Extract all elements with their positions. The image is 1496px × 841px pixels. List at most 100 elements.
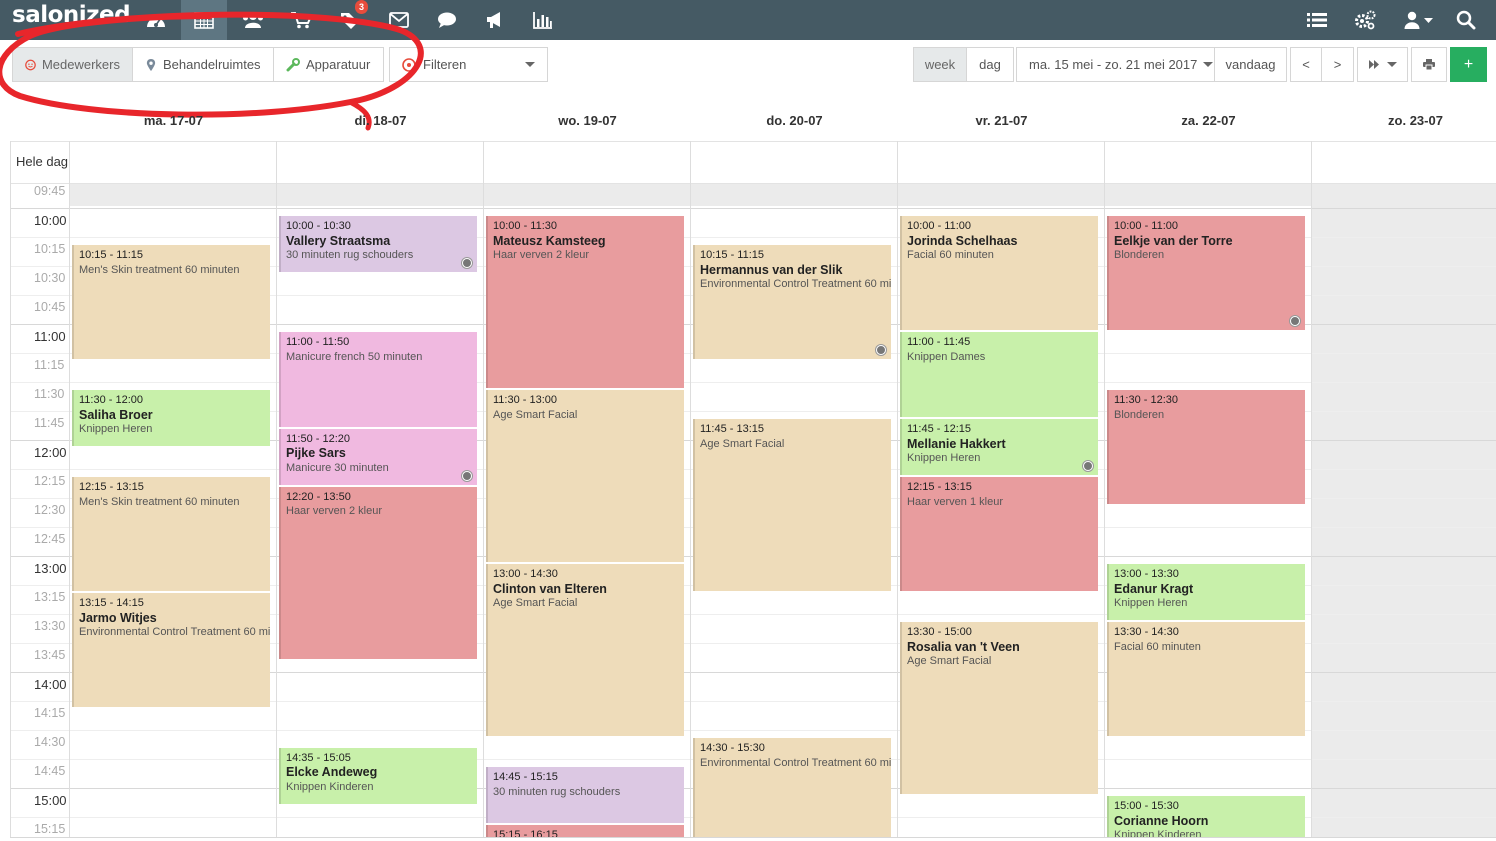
appointment-customer-name: Mellanie Hakkert: [907, 436, 1006, 451]
appointment-block[interactable]: 13:30 - 14:30 Facial 60 minuten: [1107, 622, 1305, 736]
view-week-button[interactable]: week: [913, 47, 967, 82]
chevron-down-icon: [1203, 62, 1214, 67]
day-header[interactable]: do. 20-07: [691, 113, 898, 133]
time-label: 14:30: [34, 735, 66, 749]
appointment-block[interactable]: 11:30 - 13:00 Age Smart Facial: [486, 390, 684, 562]
settings-gears-icon[interactable]: [1342, 0, 1388, 40]
day-column-border: [1311, 141, 1312, 838]
appointment-customer-name: Jarmo Witjes: [79, 610, 157, 625]
appointment-service: Blonderen: [1114, 249, 1165, 261]
appointment-customer-name: Rosalia van 't Veen: [907, 639, 1020, 654]
appointment-block[interactable]: 13:15 - 14:15 Jarmo Witjes Environmental C…: [72, 593, 270, 707]
appointment-block[interactable]: 14:35 - 15:05 Elcke Andeweg Knippen Kinder…: [279, 747, 477, 804]
appointment-service: Knippen Dames: [907, 350, 986, 363]
appointment-service: Men's Skin treatment 60 minuten: [79, 495, 240, 508]
appointment-block[interactable]: 11:50 - 12:20 Pijke Sars Manicure 30 minut…: [279, 428, 477, 485]
appointment-block[interactable]: 10:15 - 11:15 Men's Skin treatment 60 min…: [72, 245, 270, 359]
appointment-block[interactable]: 11:45 - 13:15 Age Smart Facial: [693, 419, 891, 591]
appointment-block[interactable]: 11:00 - 11:50 Manicure french 50 minuten: [279, 332, 477, 427]
appointment-customer-name: Corianne Hoorn: [1114, 813, 1209, 828]
appointment-block[interactable]: 10:15 - 11:15 Hermannus van der Slik Envir…: [693, 245, 891, 359]
fast-forward-dropdown[interactable]: [1357, 47, 1408, 82]
day-header[interactable]: zo. 23-07: [1312, 113, 1496, 133]
reports-chart-icon[interactable]: [520, 0, 566, 40]
day-header[interactable]: ma. 17-07: [70, 113, 277, 133]
appointment-block[interactable]: 15:15 - 16:15: [486, 825, 684, 837]
appointment-time: 10:00 - 11:30: [493, 220, 558, 232]
appointment-block[interactable]: 10:00 - 11:00 Eelkje van der Torre Blonder…: [1107, 216, 1305, 330]
user-menu-icon[interactable]: [1394, 0, 1444, 40]
appointment-block[interactable]: 13:30 - 15:00 Rosalia van 't Veen Age Smar…: [900, 622, 1098, 794]
appointment-customer-name: Jorinda Schelhaas: [907, 233, 1018, 248]
print-button[interactable]: [1411, 47, 1447, 82]
time-gridline: [10, 382, 1496, 383]
megaphone-icon[interactable]: [472, 0, 518, 40]
appointment-customer-name: Clinton van Elteren: [493, 581, 607, 596]
date-range-dropdown[interactable]: ma. 15 mei - zo. 21 mei 2017: [1016, 47, 1215, 82]
appointment-block[interactable]: 13:00 - 13:30 Edanur Kragt Knippen Heren: [1107, 564, 1305, 620]
appointment-block[interactable]: 11:30 - 12:30 Blonderen: [1107, 390, 1305, 504]
appointment-time: 12:15 - 13:15: [907, 481, 972, 493]
appointment-customer-name: Elcke Andeweg: [286, 765, 378, 780]
appointment-service: Knippen Kinderen: [286, 780, 374, 793]
search-icon[interactable]: [1443, 0, 1489, 40]
appointment-customer-name: Mateusz Kamsteeg: [493, 233, 606, 248]
view-day-button[interactable]: dag: [966, 47, 1014, 82]
appointment-block[interactable]: 11:00 - 11:45 Knippen Dames: [900, 332, 1098, 417]
appointment-service: Environmental Control Treatment 60 minut…: [700, 278, 891, 290]
appointment-time: 11:30 - 12:30: [1114, 394, 1179, 406]
appointment-block[interactable]: 12:15 - 13:15 Haar verven 1 kleur: [900, 477, 1098, 591]
today-button[interactable]: vandaag: [1214, 47, 1287, 82]
appointment-block[interactable]: 15:00 - 15:30 Corianne Hoorn Knippen Kinde…: [1107, 796, 1305, 837]
appointment-time: 11:00 - 11:45: [907, 336, 971, 348]
appointment-service: 30 minuten rug schouders: [286, 249, 414, 261]
appointment-service: Environmental Control Treatment 60 minut…: [79, 626, 270, 638]
calendar-left-border: [10, 141, 11, 838]
appointment-time: 13:00 - 13:30: [1114, 568, 1179, 580]
appointment-service: Facial 60 minuten: [907, 249, 994, 261]
day-column-border: [276, 141, 277, 838]
appointment-time: 10:00 - 11:00: [1114, 220, 1179, 232]
appointment-block[interactable]: 13:00 - 14:30 Clinton van Elteren Age Smar…: [486, 564, 684, 736]
appointment-service: Age Smart Facial: [493, 597, 578, 609]
day-column-border: [1104, 141, 1105, 838]
appointment-time: 15:00 - 15:30: [1114, 800, 1179, 812]
all-day-label: Hele dag: [16, 154, 69, 169]
appointment-time: 14:35 - 15:05: [286, 751, 351, 764]
day-header[interactable]: vr. 21-07: [898, 113, 1105, 133]
day-header[interactable]: za. 22-07: [1105, 113, 1312, 133]
appointment-customer-name: Saliha Broer: [79, 407, 153, 422]
appointment-block[interactable]: 12:20 - 13:50 Haar verven 2 kleur: [279, 486, 477, 659]
next-button[interactable]: >: [1321, 47, 1354, 82]
appointment-time: 11:30 - 13:00: [493, 394, 558, 406]
online-booking-globe-icon: [876, 345, 886, 355]
appointment-time: 12:20 - 13:50: [286, 490, 351, 503]
appointment-service: Blonderen: [1114, 408, 1165, 421]
appointment-time: 13:00 - 14:30: [493, 568, 558, 580]
prev-button[interactable]: <: [1290, 47, 1322, 82]
appointment-block[interactable]: 12:15 - 13:15 Men's Skin treatment 60 min…: [72, 477, 270, 591]
list-menu-icon[interactable]: [1294, 0, 1340, 40]
appointment-block[interactable]: 10:00 - 11:00 Jorinda Schelhaas Facial 60 …: [900, 216, 1098, 330]
appointment-service: Knippen Heren: [907, 452, 981, 464]
appointment-time: 10:00 - 11:00: [907, 220, 972, 232]
appointment-time: 10:15 - 11:15: [79, 249, 144, 261]
printer-icon: [1423, 59, 1435, 70]
appointment-block[interactable]: 10:00 - 11:30 Mateusz Kamsteeg Haar verven…: [486, 216, 684, 388]
appointment-block[interactable]: 14:30 - 15:30 Environmental Control Treat…: [693, 738, 891, 837]
appointment-time: 11:45 - 12:15: [907, 423, 972, 435]
appointment-block[interactable]: 11:30 - 12:00 Saliha Broer Knippen Heren: [72, 390, 270, 446]
day-header[interactable]: wo. 19-07: [484, 113, 691, 133]
appointment-block[interactable]: 10:00 - 10:30 Vallery Straatsma 30 minuten…: [279, 216, 477, 272]
time-label: 11:15: [34, 358, 65, 372]
appointment-time: 11:00 - 11:50: [286, 336, 350, 348]
day-header[interactable]: di. 18-07: [277, 113, 484, 133]
online-booking-globe-icon: [462, 470, 472, 481]
appointment-time: 13:30 - 14:30: [1114, 626, 1179, 638]
add-appointment-button[interactable]: +: [1450, 47, 1487, 82]
appointment-block[interactable]: 14:45 - 15:15 30 minuten rug schouders: [486, 767, 684, 823]
appointment-block[interactable]: 11:45 - 12:15 Mellanie Hakkert Knippen Her…: [900, 419, 1098, 475]
appointment-service: Knippen Kinderen: [1114, 829, 1202, 837]
appointment-service: Facial 60 minuten: [1114, 640, 1201, 653]
appointment-customer-name: Vallery Straatsma: [286, 233, 391, 248]
